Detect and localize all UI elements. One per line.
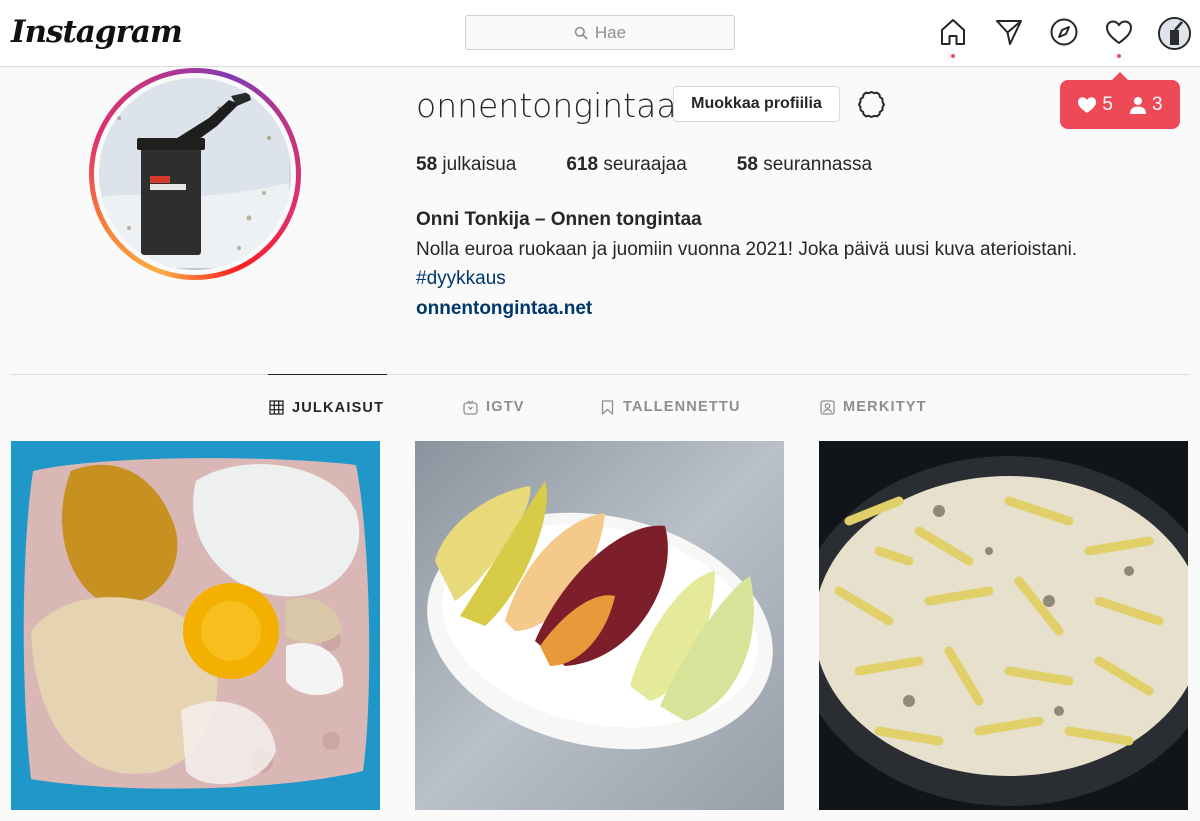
likes-count: 5: [1102, 93, 1113, 115]
profile-avatar-small[interactable]: [1158, 17, 1191, 50]
search-icon: [574, 26, 588, 39]
heart-filled-icon: [1078, 96, 1097, 113]
top-navigation-bar: Instagram Hae: [0, 0, 1200, 67]
tab-igtv-label: IGTV: [486, 399, 525, 415]
profile-full-name: Onni Tonkija – Onnen tongintaa: [416, 209, 702, 230]
profile-username: onnentongintaa: [416, 86, 677, 125]
tab-posts-label: JULKAISUT: [292, 399, 385, 416]
edit-profile-button[interactable]: Muokkaa profiilia: [673, 86, 840, 122]
direct-message-icon[interactable]: [993, 16, 1025, 48]
activity-notification-dot: [1117, 54, 1121, 58]
explore-compass-icon[interactable]: [1048, 16, 1080, 48]
settings-gear-icon[interactable]: [856, 89, 887, 120]
search-placeholder: Hae: [594, 22, 627, 42]
post-thumbnail[interactable]: [11, 441, 380, 810]
profile-bio-text: Nolla euroa ruokaan ja juomiin vuonna 20…: [416, 238, 1078, 260]
followers-count: 3: [1152, 93, 1163, 115]
activity-notification-popup[interactable]: 5 3: [1060, 72, 1180, 129]
photo-minced-meat: [11, 441, 380, 810]
home-notification-dot: [951, 54, 955, 58]
posts-count-stat: 58 julkaisua: [416, 154, 517, 175]
tab-saved-label: TALLENNETTU: [623, 399, 741, 415]
profile-website-link[interactable]: onnentongintaa.net: [416, 294, 1077, 324]
tab-saved[interactable]: TALLENNETTU: [600, 374, 741, 440]
photo-pan-dish: [819, 441, 1188, 810]
instagram-logo[interactable]: Instagram: [11, 14, 183, 50]
tab-tagged-label: MERKITYT: [843, 399, 927, 415]
igtv-icon: [463, 399, 478, 415]
home-icon[interactable]: [937, 16, 969, 48]
person-icon: [1130, 96, 1146, 114]
tab-igtv[interactable]: IGTV: [463, 374, 525, 440]
tagged-icon: [820, 399, 835, 415]
post-thumbnail[interactable]: [819, 441, 1188, 810]
grid-icon: [269, 400, 284, 415]
tab-posts[interactable]: JULKAISUT: [268, 374, 387, 440]
profile-avatar: [99, 78, 291, 270]
search-input[interactable]: Hae: [465, 15, 735, 50]
photo-fruit-plate: [415, 441, 784, 810]
activity-heart-icon[interactable]: [1103, 16, 1135, 48]
profile-avatar-story-ring[interactable]: [89, 68, 301, 280]
profile-hashtag-link[interactable]: #dyykkaus: [416, 264, 1077, 294]
post-thumbnail[interactable]: [415, 441, 784, 810]
profile-stats: 58 julkaisua 618 seuraajaa 58 seurannass…: [416, 154, 872, 176]
profile-tabs: JULKAISUT IGTV TALLENNETTU MERKITYT: [0, 374, 1200, 440]
followers-stat[interactable]: 618 seuraajaa: [566, 154, 686, 176]
profile-bio: Onni Tonkija – Onnen tongintaa Nolla eur…: [416, 205, 1077, 323]
bookmark-icon: [601, 399, 614, 415]
tab-tagged[interactable]: MERKITYT: [820, 374, 927, 440]
likes-notification: 5: [1077, 94, 1113, 116]
followers-notification: 3: [1129, 94, 1163, 116]
following-stat[interactable]: 58 seurannassa: [737, 154, 872, 176]
